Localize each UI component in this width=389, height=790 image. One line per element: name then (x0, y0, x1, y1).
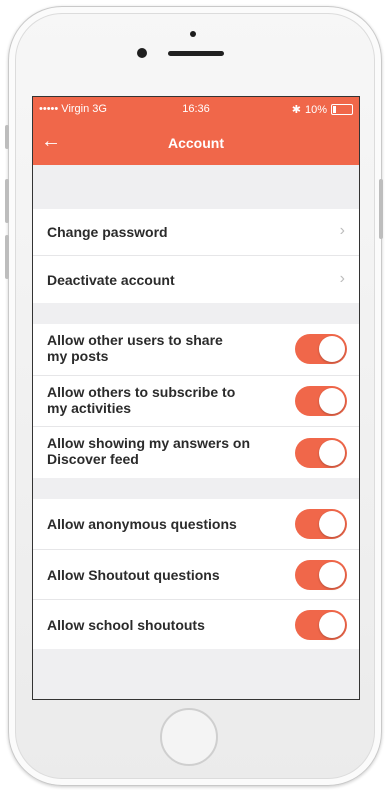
share-posts-label-line1: Allow other users to share (47, 332, 223, 348)
bluetooth-icon: ✱ (291, 104, 301, 116)
toggle-knob (319, 612, 345, 638)
discover-feed-label: Allow showing my answers on Discover fee… (47, 435, 250, 467)
deactivate-account-label: Deactivate account (47, 272, 175, 288)
questions-section: Allow anonymous questions Allow Shoutout… (33, 499, 359, 649)
change-password-row[interactable]: Change password › (33, 209, 359, 255)
mute-switch (5, 125, 9, 149)
password-section: Change password › Deactivate account › (33, 209, 359, 303)
shoutout-questions-row: Allow Shoutout questions (33, 549, 359, 600)
discover-feed-toggle[interactable] (295, 438, 347, 468)
subscribe-activities-row: Allow others to subscribe to my activiti… (33, 375, 359, 427)
toggle-knob (319, 388, 345, 414)
school-shoutouts-label: Allow school shoutouts (47, 617, 205, 633)
page-title: Account (168, 135, 224, 151)
toggle-knob (319, 511, 345, 537)
nav-bar: ← Account (33, 121, 359, 165)
school-shoutouts-toggle[interactable] (295, 610, 347, 640)
share-posts-label: Allow other users to share my posts (47, 332, 223, 364)
discover-feed-row: Allow showing my answers on Discover fee… (33, 426, 359, 479)
deactivate-account-row[interactable]: Deactivate account › (33, 255, 359, 304)
discover-feed-label-line2: Discover feed (47, 451, 139, 467)
battery-percent: 10% (304, 103, 327, 116)
subscribe-activities-label-line2: my activities (47, 400, 132, 416)
share-posts-toggle[interactable] (295, 334, 347, 364)
change-password-label: Change password (47, 224, 168, 240)
sharing-section: Allow other users to share my posts Allo… (33, 324, 359, 478)
subscribe-activities-label: Allow others to subscribe to my activiti… (47, 384, 235, 416)
subscribe-activities-label-line1: Allow others to subscribe to (47, 384, 236, 400)
shoutout-questions-label: Allow Shoutout questions (47, 567, 220, 583)
anonymous-questions-toggle[interactable] (295, 509, 347, 539)
chevron-right-icon: › (339, 222, 345, 239)
screen: ••••• Virgin 3G 16:36 ✱ 10% ← Account Ch… (32, 96, 360, 700)
volume-down-button (5, 235, 9, 279)
shoutout-questions-toggle[interactable] (295, 560, 347, 590)
discover-feed-label-line1: Allow showing my answers on (47, 435, 251, 451)
toggle-knob (319, 336, 345, 362)
anonymous-questions-label: Allow anonymous questions (47, 516, 237, 532)
sensor-icon (137, 48, 147, 58)
front-camera-icon (190, 31, 196, 37)
toggle-knob (319, 562, 345, 588)
chevron-right-icon: › (339, 270, 345, 287)
anonymous-questions-row: Allow anonymous questions (33, 499, 359, 549)
share-posts-label-line2: my posts (47, 348, 109, 364)
volume-up-button (5, 179, 9, 223)
school-shoutouts-row: Allow school shoutouts (33, 599, 359, 650)
share-posts-row: Allow other users to share my posts (33, 324, 359, 375)
subscribe-activities-toggle[interactable] (295, 386, 347, 416)
status-right: ✱ 10% (292, 103, 353, 116)
home-button[interactable] (160, 708, 218, 766)
toggle-knob (319, 440, 345, 466)
battery-icon (331, 104, 353, 115)
power-button (379, 179, 383, 239)
earpiece-speaker (168, 51, 224, 56)
status-bar: ••••• Virgin 3G 16:36 ✱ 10% (33, 97, 359, 121)
